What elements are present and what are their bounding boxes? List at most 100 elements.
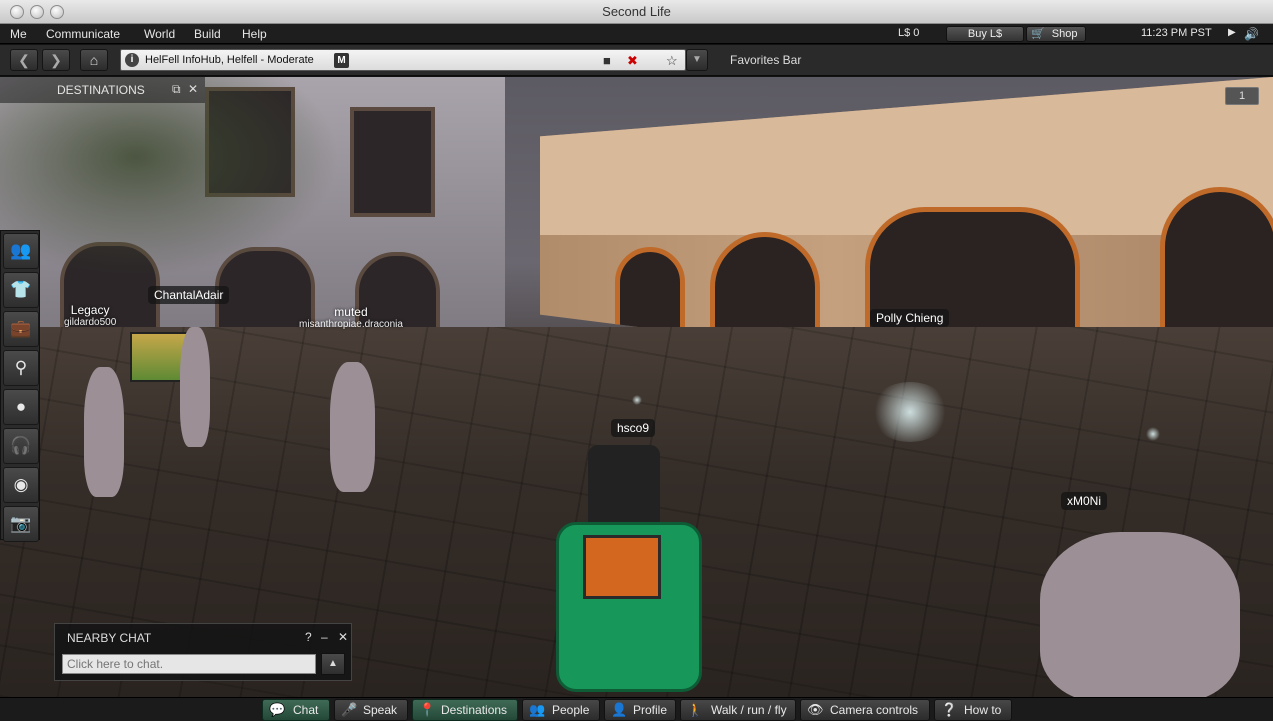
expand-chat-button[interactable]: ▲ [321, 653, 345, 675]
nametag-name: hsco9 [617, 421, 650, 435]
particle-glow [1146, 427, 1160, 441]
bottom-toolbar: 💬 Chat 🎤 Speak 📍 Destinations 👥 People 👤… [0, 697, 1273, 721]
map-pin-icon: 📍 [419, 702, 436, 717]
volume-icon[interactable]: 🔊 [1244, 27, 1259, 41]
menu-world[interactable]: World [144, 27, 175, 41]
appearance-tool-button[interactable]: 👕 [3, 272, 39, 308]
favorite-star-icon[interactable]: ☆ [666, 53, 678, 69]
nametag-username: misanthropiae.draconia [299, 319, 403, 330]
profile-button[interactable]: 👤 Profile [604, 699, 676, 721]
robot-back-panel [583, 535, 661, 599]
snapshot-tool-button[interactable]: 📷 [3, 506, 39, 542]
nametag-name: ChantalAdair [154, 288, 224, 302]
camera-icon: 📷 [10, 514, 32, 533]
close-icon[interactable]: ✕ [338, 630, 348, 644]
help-icon[interactable]: ? [305, 630, 312, 644]
scene-badge[interactable]: 1 [1225, 87, 1259, 105]
nametag-name: Polly Chieng [876, 311, 944, 325]
minimize-icon[interactable]: – [321, 630, 328, 644]
location-input[interactable]: i HelFell InfoHub, Helfell - Moderate M … [120, 49, 686, 71]
menu-me[interactable]: Me [10, 27, 27, 41]
favorites-bar[interactable]: Favorites Bar [730, 53, 801, 67]
microphone-icon: 🎤 [341, 702, 358, 717]
nametag-name: muted [334, 305, 368, 319]
nametag-hsco9: hsco9 [611, 419, 656, 437]
nametag-legacy: Legacy gildardo500 [64, 303, 116, 328]
chevron-left-icon: ❮ [18, 52, 30, 68]
question-book-icon: ❔ [941, 702, 958, 717]
speech-bubble-icon: 💬 [269, 702, 286, 717]
undock-icon[interactable]: ⧉ [172, 82, 181, 97]
window-title: Second Life [602, 4, 671, 19]
home-button[interactable]: ⌂ [80, 49, 108, 71]
info-icon[interactable]: i [125, 53, 139, 67]
location-history-dropdown[interactable]: ▼ [686, 49, 708, 71]
walk-run-fly-label: Walk / run / fly [711, 703, 787, 717]
chevron-up-icon: ▲ [328, 658, 338, 669]
buy-currency-button[interactable]: Buy L$ [946, 26, 1024, 42]
avatar-muted[interactable] [330, 362, 375, 492]
menu-help[interactable]: Help [242, 27, 267, 41]
particle-glow [870, 382, 950, 442]
avatar-chantaladair[interactable] [180, 327, 210, 447]
tree [0, 77, 340, 277]
nearby-voice-tool-button[interactable]: ◉ [3, 467, 39, 503]
globe-pin-icon: ● [15, 397, 27, 416]
nametag-muted: muted misanthropiae.draconia [299, 305, 403, 330]
suitcase-icon: 💼 [10, 319, 32, 338]
destinations-title: DESTINATIONS [57, 83, 145, 97]
search-icon: ⚲ [14, 358, 28, 377]
walk-run-fly-button[interactable]: 🚶 Walk / run / fly [680, 699, 796, 721]
map-tool-button[interactable]: ● [3, 389, 39, 425]
how-to-button[interactable]: ❔ How to [934, 699, 1012, 721]
eye-icon: 👁 [807, 702, 824, 717]
destinations-floater: DESTINATIONS ⧉ ✕ [0, 77, 205, 103]
nearby-chat-title: NEARBY CHAT [67, 631, 152, 645]
menu-build[interactable]: Build [194, 27, 221, 41]
location-text: HelFell InfoHub, Helfell - Moderate [145, 54, 314, 66]
avatar-xmoni[interactable] [1040, 532, 1240, 697]
inventory-tool-button[interactable]: 💼 [3, 311, 39, 347]
particle-glow [632, 395, 642, 405]
back-button[interactable]: ❮ [10, 49, 38, 71]
people-icon: 👥 [529, 702, 546, 717]
destinations-button[interactable]: 📍 Destinations [412, 699, 518, 721]
people-tool-button[interactable]: 👥 [3, 233, 39, 269]
close-icon[interactable]: ✕ [188, 82, 198, 96]
voice-tool-button[interactable]: 🎧 [3, 428, 39, 464]
speak-button[interactable]: 🎤 Speak [334, 699, 408, 721]
nametag-name: xM0Ni [1067, 494, 1102, 508]
search-tool-button[interactable]: ⚲ [3, 350, 39, 386]
walking-icon: 🚶 [687, 702, 704, 717]
menu-bar: Me Communicate World Build Help L$ 0 Buy… [0, 24, 1273, 44]
profile-label: Profile [633, 703, 668, 717]
forward-button[interactable]: ❯ [42, 49, 70, 71]
people-label: People [552, 703, 590, 717]
broadcast-icon: ◉ [13, 475, 29, 494]
chat-button[interactable]: 💬 Chat [262, 699, 330, 721]
nametag-username: gildardo500 [64, 317, 117, 328]
navigation-bar: ❮ ❯ ⌂ i HelFell InfoHub, Helfell - Moder… [0, 45, 1273, 76]
world-viewport[interactable]: Legacy gildardo500 ChantalAdair muted mi… [0, 77, 1273, 697]
linden-balance[interactable]: L$ 0 [898, 27, 919, 39]
shirt-icon: 👕 [10, 280, 32, 299]
avatar-legacy[interactable] [84, 367, 124, 497]
how-to-label: How to [964, 703, 1002, 717]
left-toolbar: 👥 👕 💼 ⚲ ● 🎧 ◉ 📷 [0, 230, 40, 542]
chat-input[interactable] [62, 654, 316, 674]
play-media-icon[interactable]: ▶ [1228, 27, 1236, 38]
no-fly-icon: ✖ [627, 53, 638, 68]
window-titlebar: Second Life [0, 0, 1273, 24]
profile-card-icon: 👤 [611, 702, 628, 717]
destinations-label: Destinations [441, 703, 508, 717]
avatar-hsco9-head[interactable] [588, 445, 660, 529]
nametag-polly-chieng: Polly Chieng [870, 309, 950, 327]
camera-controls-button[interactable]: 👁 Camera controls [800, 699, 930, 721]
chevron-right-icon: ❯ [50, 52, 62, 68]
upper-window [350, 107, 435, 217]
menu-communicate[interactable]: Communicate [46, 27, 120, 41]
shop-button[interactable]: 🛒 Shop [1026, 26, 1086, 42]
people-button[interactable]: 👥 People [522, 699, 600, 721]
speak-label: Speak [363, 703, 398, 717]
people-icon: 👥 [10, 241, 32, 260]
